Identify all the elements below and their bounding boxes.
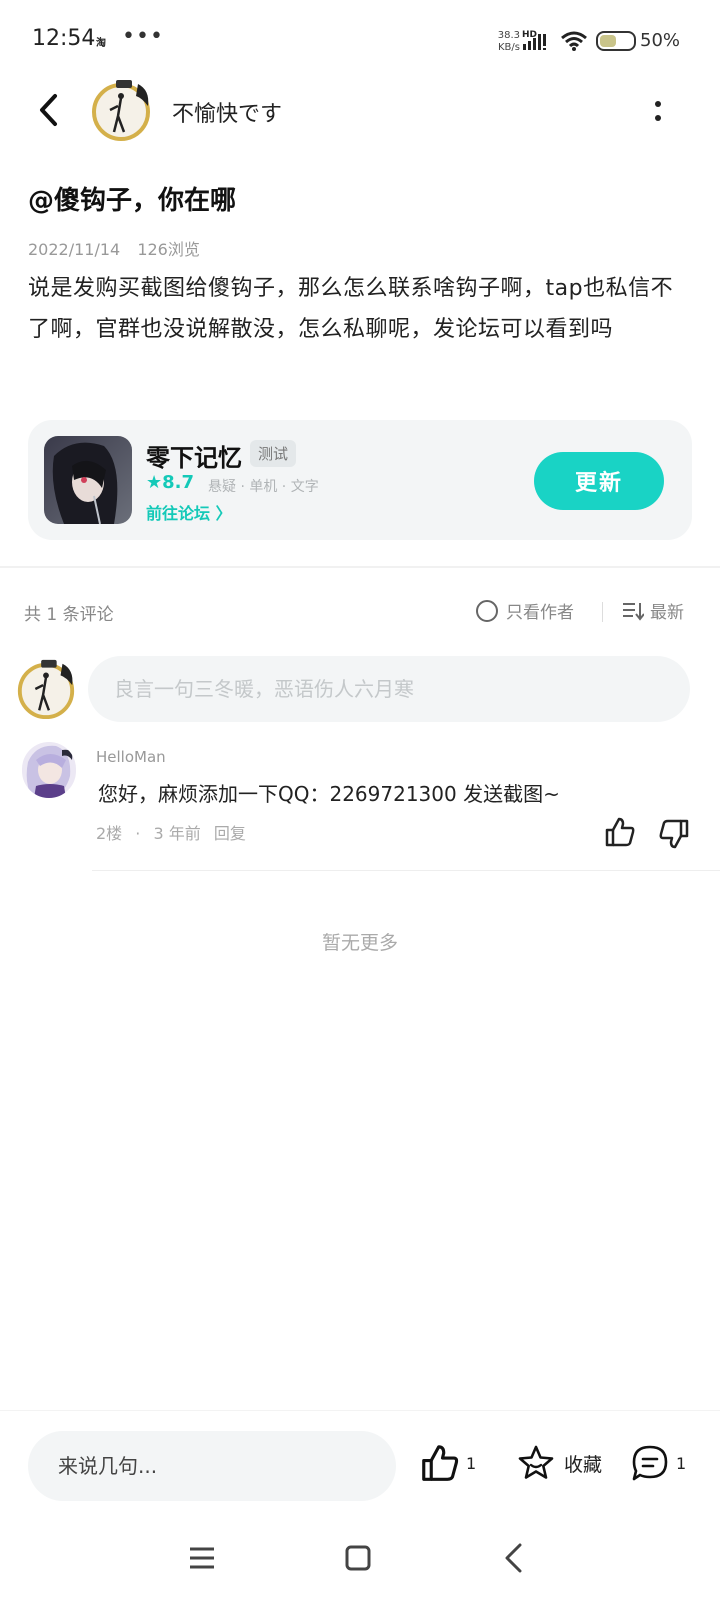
- comment-meta: 2楼 · 3 年前 回复: [96, 820, 254, 844]
- vertical-dots-icon: [655, 101, 661, 107]
- comment-time: 3 年前: [153, 824, 201, 843]
- post-body: 说是发购买截图给傻钩子，那么怎么联系啥钩子啊，tap也私信不了啊，官群也没说解散…: [28, 276, 674, 342]
- reply-button[interactable]: 回复: [214, 824, 246, 843]
- home-button[interactable]: [344, 1544, 372, 1572]
- comment-input-box[interactable]: [88, 656, 690, 722]
- comment-text: 您好，麻烦添加一下QQ：2269721300 发送截图~: [98, 782, 560, 806]
- back-button[interactable]: [30, 88, 66, 132]
- chat-bubble-icon: [632, 1445, 668, 1481]
- favorite-button[interactable]: 收藏: [516, 1443, 602, 1483]
- author-avatar[interactable]: [88, 76, 154, 144]
- post-like-button[interactable]: 1: [420, 1443, 476, 1483]
- wifi-icon: [560, 30, 588, 52]
- post-header: 不愉快です: [0, 70, 720, 154]
- game-forum-link[interactable]: 前往论坛 〉: [146, 500, 232, 524]
- sort-label: 最新: [650, 603, 684, 623]
- game-name[interactable]: 零下记忆: [146, 438, 242, 473]
- status-time: 12:54: [32, 26, 96, 51]
- battery-percent: 50%: [640, 30, 681, 51]
- thumbs-up-icon: [605, 817, 635, 847]
- only-author-label: 只看作者: [506, 603, 574, 623]
- section-divider: [0, 566, 720, 568]
- only-author-toggle[interactable]: 只看作者: [476, 598, 574, 623]
- battery-icon: [596, 31, 636, 51]
- more-notifications-icon: •••: [122, 24, 164, 49]
- sort-button[interactable]: 最新: [622, 598, 684, 623]
- update-button[interactable]: 更新: [534, 452, 664, 510]
- reply-input[interactable]: [28, 1431, 396, 1501]
- game-score: ★8.7: [146, 472, 195, 493]
- post-views: 126浏览: [137, 240, 200, 259]
- comment-item: HelloMan 您好，麻烦添加一下QQ：2269721300 发送截图~ 2楼…: [0, 742, 720, 872]
- thumbs-down-icon: [659, 819, 689, 849]
- network-speed: 38.3 KB/s: [492, 30, 520, 54]
- thumbs-up-icon: [422, 1445, 459, 1481]
- bottom-action-bar: 1 收藏 1: [0, 1410, 720, 1530]
- comment-dislike-button[interactable]: [658, 818, 690, 850]
- game-test-tag: 测试: [250, 440, 297, 467]
- reply-input-box[interactable]: [28, 1431, 396, 1501]
- comment-input[interactable]: [88, 656, 690, 722]
- sort-icon: [623, 602, 644, 621]
- author-name[interactable]: 不愉快です: [172, 96, 282, 128]
- signal-icon: HD: [522, 28, 548, 52]
- system-back-button[interactable]: [500, 1542, 528, 1574]
- square-icon: [345, 1545, 371, 1571]
- game-card[interactable]: 零下记忆 测试 ★8.7 悬疑 · 单机 · 文字 前往论坛 〉 更新: [28, 420, 692, 540]
- system-navigation-bar: [0, 1530, 720, 1602]
- star-icon: [518, 1445, 554, 1479]
- toolbar-separator: [602, 602, 603, 622]
- post-title: @傻钩子，你在哪: [28, 186, 237, 216]
- comment-count: 共 1 条评论: [24, 605, 114, 625]
- battery-level: [600, 35, 616, 47]
- recent-apps-button[interactable]: [188, 1544, 216, 1572]
- comment-meta-separator: ·: [135, 824, 141, 843]
- commenter-avatar[interactable]: [22, 742, 76, 798]
- post-like-count: 1: [466, 1453, 477, 1473]
- network-speed-unit: KB/s: [498, 42, 520, 53]
- network-speed-value: 38.3: [497, 30, 520, 41]
- radio-circle-icon: [476, 599, 498, 622]
- chevron-left-icon: [40, 94, 57, 126]
- taobao-icon: 淘: [96, 38, 106, 49]
- game-icon[interactable]: [44, 436, 132, 524]
- post-date: 2022/11/14: [28, 240, 121, 259]
- comments-toolbar: 共 1 条评论 只看作者 最新: [0, 596, 720, 630]
- comment-like-button[interactable]: [604, 816, 636, 848]
- menu-icon: [190, 1547, 214, 1569]
- favorite-label: 收藏: [564, 1453, 603, 1476]
- post-meta: 2022/11/14 126浏览: [28, 236, 212, 260]
- comment-divider: [92, 870, 720, 871]
- comment-button[interactable]: 1: [630, 1443, 686, 1483]
- game-categories: 悬疑 · 单机 · 文字: [208, 479, 319, 495]
- comment-floor: 2楼: [96, 824, 123, 843]
- commenter-name[interactable]: HelloMan: [96, 748, 166, 766]
- my-avatar: [14, 656, 78, 722]
- more-options-button[interactable]: [646, 94, 670, 128]
- chevron-left-icon: [505, 1543, 522, 1573]
- comment-count-badge: 1: [676, 1453, 687, 1473]
- no-more-text: 暂无更多: [321, 932, 398, 954]
